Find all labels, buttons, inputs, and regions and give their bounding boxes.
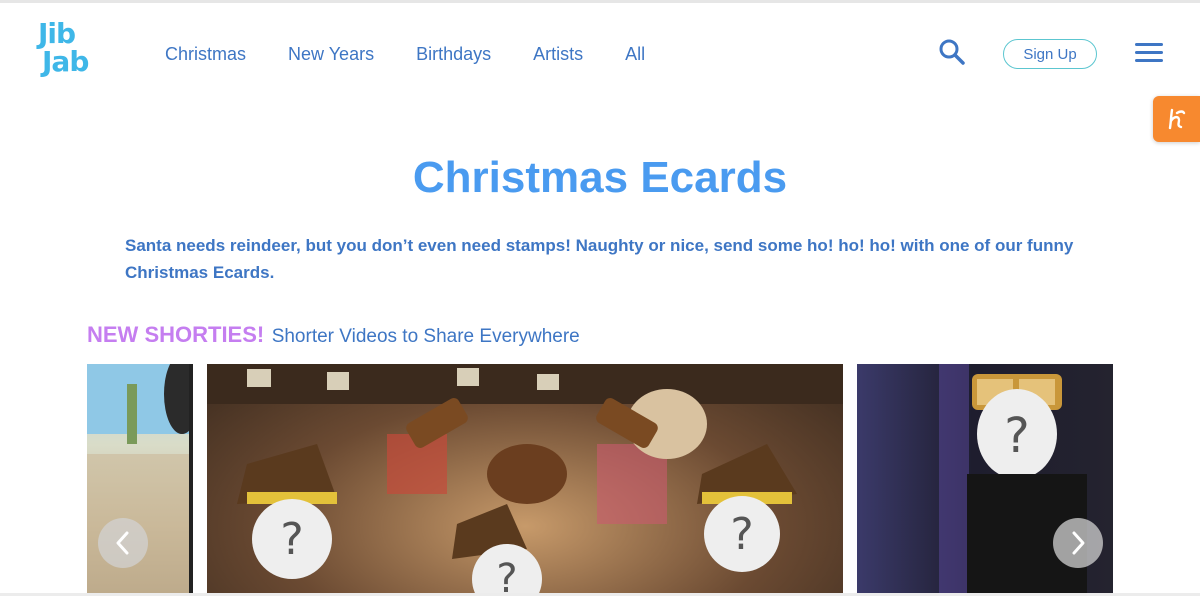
nav-item-birthdays[interactable]: Birthdays: [416, 42, 491, 66]
svg-text:?: ?: [1004, 408, 1029, 464]
nav-item-artists[interactable]: Artists: [533, 42, 583, 66]
chevron-right-icon: [1072, 531, 1085, 555]
sign-up-button[interactable]: Sign Up: [1003, 39, 1097, 69]
jibjab-logo[interactable]: Jib Jab: [34, 20, 106, 82]
main-nav: Christmas New Years Birthdays Artists Al…: [165, 42, 645, 66]
nav-item-all[interactable]: All: [625, 42, 645, 66]
search-icon[interactable]: [938, 38, 966, 66]
carousel-next-button[interactable]: [1053, 518, 1103, 568]
logo-line-2: Jab: [42, 45, 89, 78]
svg-text:?: ?: [730, 509, 753, 560]
section-highlight: NEW SHORTIES!: [87, 322, 265, 347]
hamburger-menu-icon[interactable]: [1135, 43, 1163, 65]
section-heading: NEW SHORTIES! Shorter Videos to Share Ev…: [87, 322, 580, 348]
page-description: Santa needs reindeer, but you don’t even…: [125, 236, 1074, 282]
section-subtitle: Shorter Videos to Share Everywhere: [271, 326, 580, 347]
carousel-prev-button[interactable]: [98, 518, 148, 568]
chevron-left-icon: [116, 531, 129, 555]
page-title: Christmas Ecards: [412, 153, 788, 202]
nav-item-new-years[interactable]: New Years: [288, 42, 374, 66]
top-border: [0, 0, 1200, 3]
svg-text:?: ?: [496, 556, 517, 596]
logo-line-1: Jib: [38, 17, 76, 50]
honey-extension-icon[interactable]: [1153, 96, 1200, 142]
ecard-thumbnail-featured[interactable]: ? ? ?: [207, 364, 843, 596]
nav-item-christmas[interactable]: Christmas: [165, 42, 246, 66]
svg-text:?: ?: [280, 514, 303, 565]
